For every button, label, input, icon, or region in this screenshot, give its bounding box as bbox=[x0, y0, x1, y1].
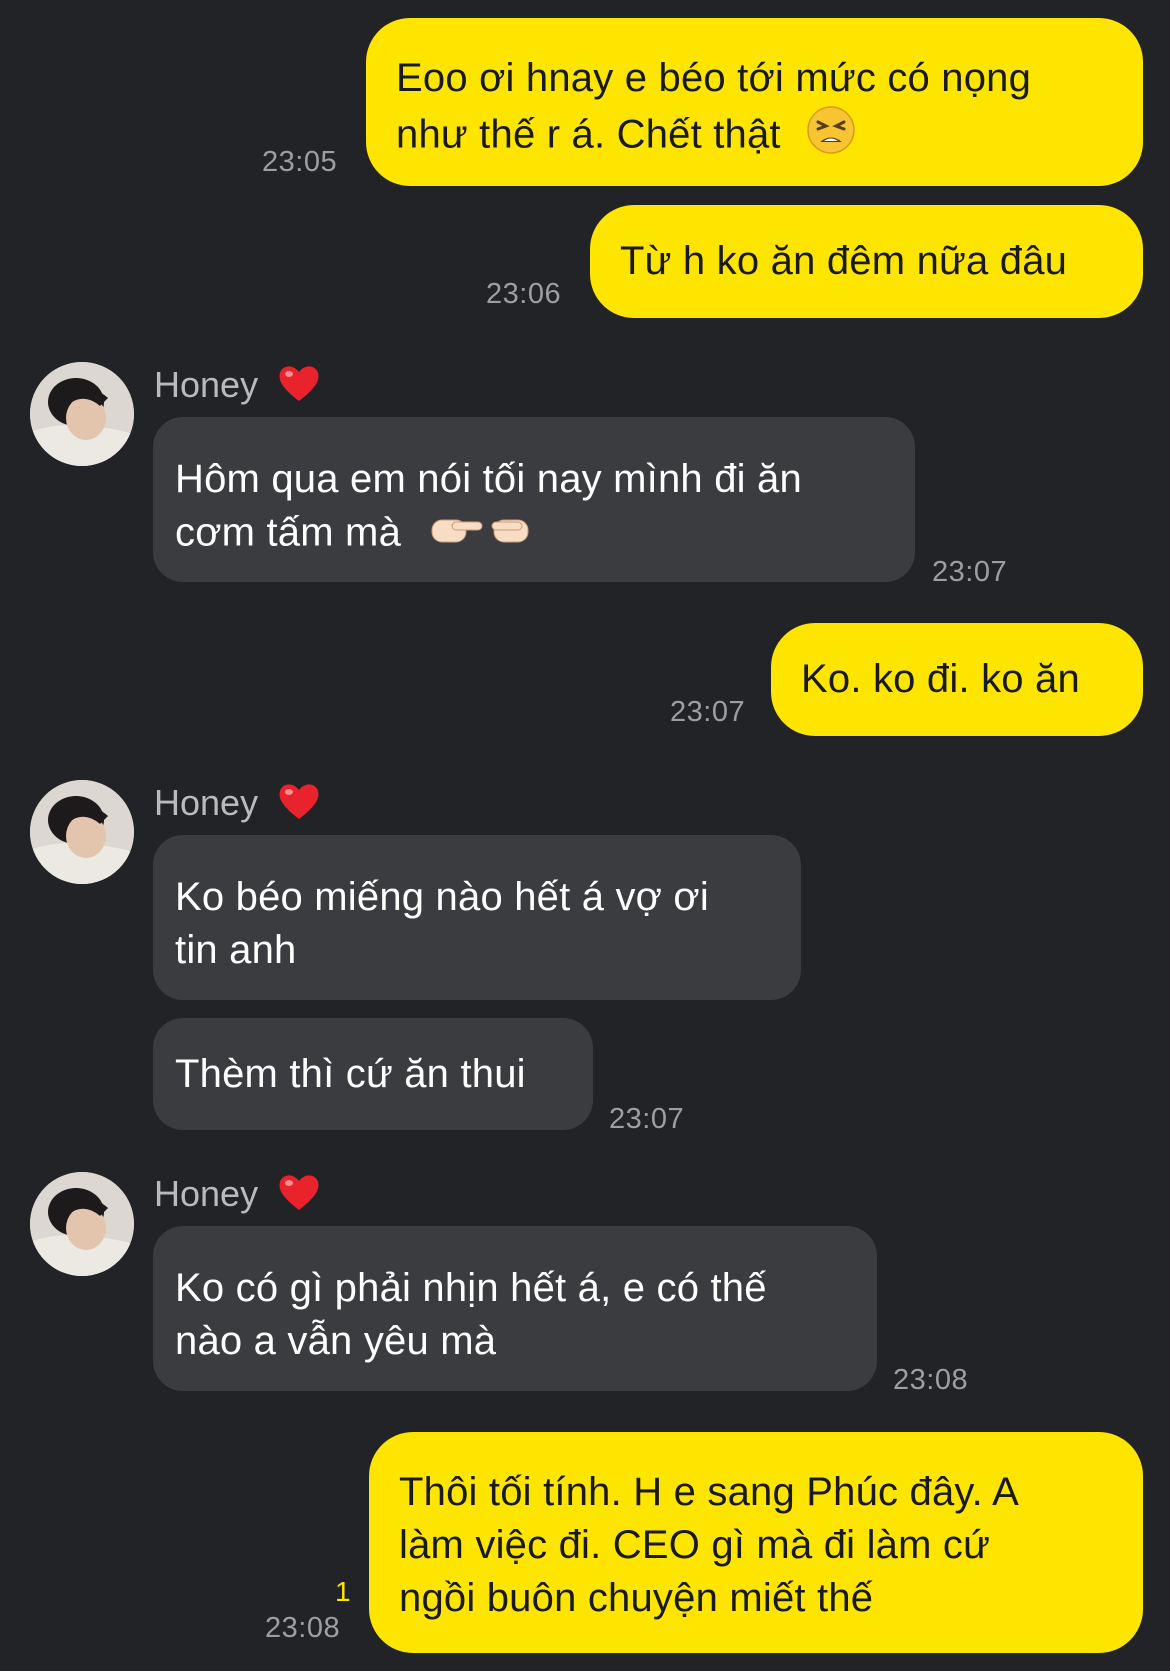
message-text-line: làm việc đi. CEO gì mà đi làm cứ bbox=[399, 1523, 991, 1567]
message-timestamp: 23:05 bbox=[262, 146, 338, 178]
message-text-line: Ko béo miếng nào hết á vợ ơi bbox=[175, 875, 709, 919]
message-timestamp: 23:08 bbox=[265, 1612, 341, 1644]
message-bubble[interactable]: Eoo ơi hnay e béo tới mức có nọng như th… bbox=[366, 18, 1143, 186]
avatar-photo-icon bbox=[30, 1172, 134, 1276]
message-timestamp: 23:06 bbox=[486, 278, 562, 310]
message-timestamp: 23:07 bbox=[932, 556, 1008, 588]
message-text-line: Thèm thì cứ ăn thui bbox=[175, 1052, 526, 1096]
message-bubble[interactable]: Ko có gì phải nhịn hết á, e có thế nào a… bbox=[153, 1226, 877, 1391]
sender-name: Honey bbox=[154, 1172, 320, 1221]
unread-count: 1 bbox=[335, 1576, 351, 1607]
message-text-line: nào a vẫn yêu mà bbox=[175, 1319, 497, 1363]
message-timestamp: 23:07 bbox=[670, 696, 746, 728]
message-text-line: Ko có gì phải nhịn hết á, e có thế bbox=[175, 1266, 767, 1310]
sender-name: Honey bbox=[154, 781, 320, 830]
message-timestamp: 23:07 bbox=[609, 1103, 685, 1135]
weary-face-emoji bbox=[806, 105, 856, 169]
message-timestamp: 23:08 bbox=[893, 1364, 969, 1396]
avatar-photo-icon bbox=[30, 362, 134, 466]
message-text-line: Từ h ko ăn đêm nữa đâu bbox=[620, 239, 1068, 283]
avatar[interactable] bbox=[30, 1172, 134, 1276]
message-text-line: ngồi buôn chuyện miết thế bbox=[399, 1576, 874, 1620]
message-bubble[interactable]: Thèm thì cứ ăn thui bbox=[153, 1018, 593, 1130]
avatar-photo-icon bbox=[30, 780, 134, 884]
pointing-fingers-emoji bbox=[426, 506, 546, 564]
message-text-line: Eoo ơi hnay e béo tới mức có nọng bbox=[396, 56, 1032, 100]
chat-screen: { "messages": [ {"id": "m1", "direction"… bbox=[0, 0, 1170, 1671]
sender-name: Honey bbox=[154, 363, 320, 412]
message-bubble[interactable]: Thôi tối tính. H e sang Phúc đây. A làm … bbox=[369, 1432, 1143, 1653]
message-text-line: Hôm qua em nói tối nay mình đi ăn bbox=[175, 457, 802, 501]
message-bubble[interactable]: Ko béo miếng nào hết á vợ ơi tin anh bbox=[153, 835, 801, 1000]
message-text-line: như thế r á. Chết thật bbox=[396, 105, 1103, 169]
message-text-line: Ko. ko đi. ko ăn bbox=[801, 657, 1080, 701]
avatar[interactable] bbox=[30, 362, 134, 466]
message-text-line: tin anh bbox=[175, 928, 297, 972]
message-text-line: Thôi tối tính. H e sang Phúc đây. A bbox=[399, 1470, 1019, 1514]
red-heart-emoji bbox=[278, 1172, 320, 1221]
red-heart-emoji bbox=[278, 781, 320, 830]
message-bubble[interactable]: Hôm qua em nói tối nay mình đi ăn cơm tấ… bbox=[153, 417, 915, 582]
avatar[interactable] bbox=[30, 780, 134, 884]
message-bubble[interactable]: Ko. ko đi. ko ăn bbox=[771, 623, 1143, 736]
message-text-line: cơm tấm mà bbox=[175, 506, 893, 564]
message-bubble[interactable]: Từ h ko ăn đêm nữa đâu bbox=[590, 205, 1143, 318]
red-heart-emoji bbox=[278, 363, 320, 412]
